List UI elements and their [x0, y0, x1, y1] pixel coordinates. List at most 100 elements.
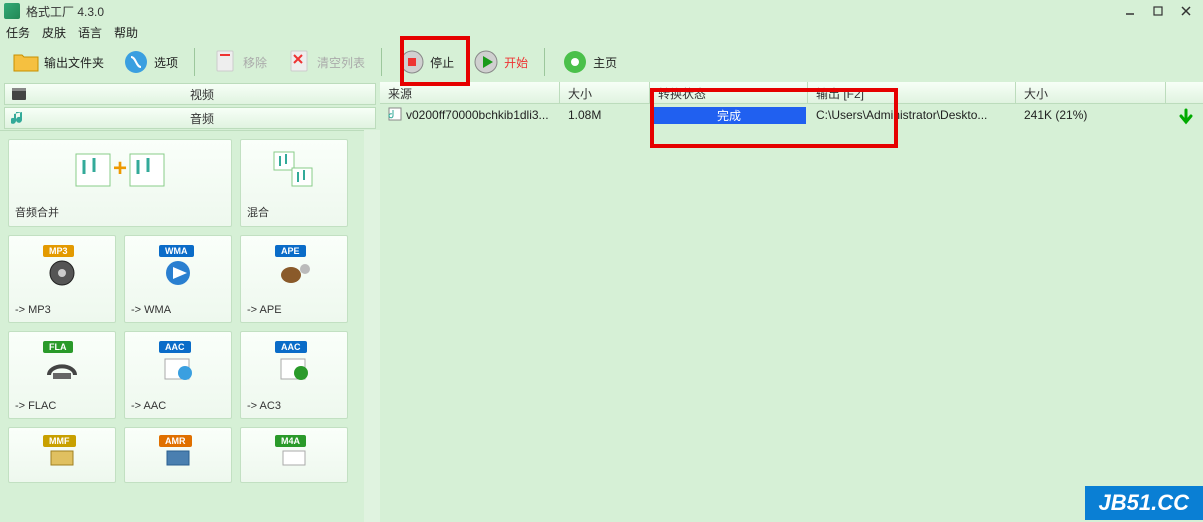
options-label: 选项	[154, 54, 178, 71]
cell-output: C:\Users\Administrator\Deskto...	[808, 106, 1016, 124]
format-label: -> MP3	[15, 304, 109, 316]
badge-m4a: M4A	[275, 435, 306, 447]
minimize-button[interactable]	[1117, 2, 1143, 20]
format-wma[interactable]: WMA -> WMA	[124, 235, 232, 323]
th-source[interactable]: 来源	[380, 82, 560, 103]
app-icon	[4, 3, 20, 19]
options-icon	[122, 48, 150, 76]
separator	[194, 48, 195, 76]
cell-source: v0200ff70000bchkib1dli3...	[380, 105, 560, 126]
clear-list-button[interactable]: 清空列表	[279, 46, 371, 78]
format-aac[interactable]: AAC -> AAC	[124, 331, 232, 419]
th-size[interactable]: 大小	[560, 82, 650, 103]
output-folder-button[interactable]: 输出文件夹	[6, 46, 110, 78]
folder-icon	[12, 48, 40, 76]
home-label: 主页	[593, 54, 617, 71]
format-label: 音频合并	[15, 204, 225, 220]
th-status[interactable]: 转换状态	[650, 82, 808, 103]
format-label: -> FLAC	[15, 400, 109, 412]
menu-language[interactable]: 语言	[78, 24, 102, 41]
aac-icon: AAC	[152, 338, 204, 386]
th-output[interactable]: 输出 [F2]	[808, 82, 1016, 103]
toolbar: 输出文件夹 选项 移除 清空列表 停止 开始 主页	[0, 42, 1203, 82]
format-audio-merge[interactable]: + 音频合并	[8, 139, 232, 227]
badge-mmf: MMF	[43, 435, 76, 447]
table-row[interactable]: v0200ff70000bchkib1dli3... 1.08M 完成 C:\U…	[380, 104, 1203, 126]
task-list-panel: 来源 大小 转换状态 输出 [F2] 大小 v0200ff70000bchkib…	[380, 82, 1203, 522]
stop-icon	[398, 48, 426, 76]
status-badge: 完成	[652, 107, 806, 124]
clear-label: 清空列表	[317, 54, 365, 71]
svg-text:+: +	[113, 155, 127, 182]
badge-aac2: AAC	[275, 341, 307, 353]
home-button[interactable]: 主页	[555, 46, 623, 78]
category-video-label: 视频	[35, 86, 369, 103]
format-m4a[interactable]: M4A	[240, 427, 348, 483]
start-button[interactable]: 开始	[466, 46, 534, 78]
flac-icon: FLA	[36, 338, 88, 386]
amr-icon: AMR	[152, 434, 204, 470]
options-button[interactable]: 选项	[116, 46, 184, 78]
source-text: v0200ff70000bchkib1dli3...	[406, 108, 549, 122]
badge-aac: AAC	[159, 341, 191, 353]
video-icon	[11, 86, 27, 102]
cell-size: 1.08M	[560, 106, 650, 124]
ape-icon: APE	[268, 242, 320, 290]
category-audio[interactable]: 音频	[4, 107, 376, 129]
clear-icon	[285, 48, 313, 76]
badge-fla: FLA	[43, 341, 73, 353]
format-ape[interactable]: APE -> APE	[240, 235, 348, 323]
format-label: -> AAC	[131, 400, 225, 412]
table-header: 来源 大小 转换状态 输出 [F2] 大小	[380, 82, 1203, 104]
menu-help[interactable]: 帮助	[114, 24, 138, 41]
format-label: -> WMA	[131, 304, 225, 316]
stop-label: 停止	[430, 54, 454, 71]
format-flac[interactable]: FLA -> FLAC	[8, 331, 116, 419]
scrollbar[interactable]	[364, 130, 380, 522]
file-audio-icon	[388, 107, 402, 124]
remove-label: 移除	[243, 54, 267, 71]
merge-icon: +	[60, 146, 180, 194]
format-label: -> APE	[247, 304, 341, 316]
format-ac3[interactable]: AAC -> AC3	[240, 331, 348, 419]
stop-button[interactable]: 停止	[392, 46, 460, 78]
mmf-icon: MMF	[36, 434, 88, 470]
format-mix[interactable]: 混合	[240, 139, 348, 227]
download-arrow-icon[interactable]	[1177, 108, 1195, 129]
close-button[interactable]	[1173, 2, 1199, 20]
format-mp3[interactable]: MP3 -> MP3	[8, 235, 116, 323]
m4a-icon: M4A	[268, 434, 320, 470]
mix-icon	[268, 146, 320, 194]
badge-mp3: MP3	[43, 245, 74, 257]
menu-bar: 任务 皮肤 语言 帮助	[0, 22, 1203, 42]
ac3-icon: AAC	[268, 338, 320, 386]
maximize-button[interactable]	[1145, 2, 1171, 20]
category-audio-label: 音频	[35, 110, 369, 127]
cell-outsize: 241K (21%)	[1016, 106, 1166, 124]
window-title: 格式工厂 4.3.0	[26, 3, 104, 20]
category-video[interactable]: 视频	[4, 83, 376, 105]
format-grid: + 音频合并 混合 MP3 -> MP3 WMA -> WMA A	[0, 130, 364, 522]
th-outsize[interactable]: 大小	[1016, 82, 1166, 103]
menu-tasks[interactable]: 任务	[6, 24, 30, 41]
audio-icon	[11, 110, 27, 126]
format-mmf[interactable]: MMF	[8, 427, 116, 483]
watermark: JB51.CC	[1085, 486, 1203, 520]
remove-icon	[211, 48, 239, 76]
separator	[381, 48, 382, 76]
mp3-icon: MP3	[36, 242, 88, 290]
menu-skin[interactable]: 皮肤	[42, 24, 66, 41]
badge-amr: AMR	[159, 435, 192, 447]
format-amr[interactable]: AMR	[124, 427, 232, 483]
wma-icon: WMA	[152, 242, 204, 290]
format-label: 混合	[247, 204, 341, 220]
left-panel: 视频 音频 + 音频合并 混合 MP3 -> MP3	[0, 82, 380, 522]
start-icon	[472, 48, 500, 76]
home-icon	[561, 48, 589, 76]
format-label: -> AC3	[247, 400, 341, 412]
separator	[544, 48, 545, 76]
start-label: 开始	[504, 54, 528, 71]
badge-ape: APE	[275, 245, 306, 257]
remove-button[interactable]: 移除	[205, 46, 273, 78]
output-folder-label: 输出文件夹	[44, 54, 104, 71]
